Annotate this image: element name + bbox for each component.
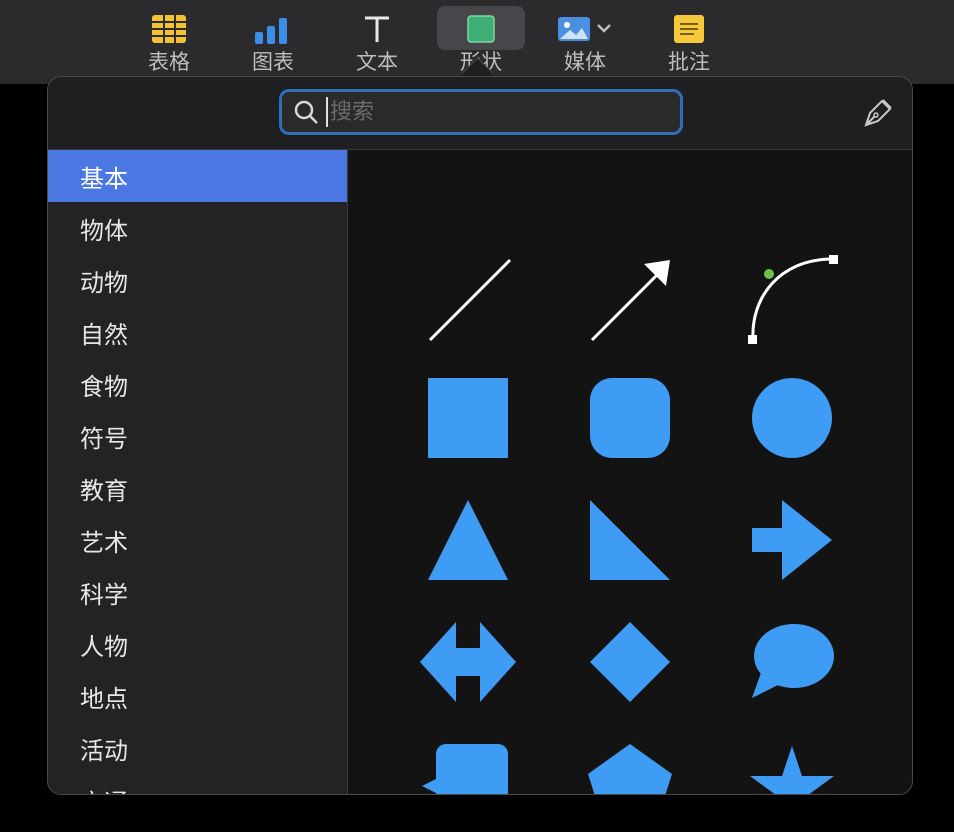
double-arrow-shape[interactable] bbox=[420, 622, 518, 704]
rounded-square-shape[interactable] bbox=[590, 378, 672, 460]
category-science[interactable]: 科学 bbox=[48, 566, 347, 618]
category-basic[interactable]: 基本 bbox=[48, 150, 347, 202]
media-label: 媒体 bbox=[564, 50, 606, 74]
media-button[interactable]: 媒体 bbox=[541, 6, 629, 78]
shape-grid bbox=[348, 150, 912, 795]
comment-icon bbox=[674, 10, 704, 48]
pen-icon bbox=[864, 99, 892, 127]
category-transportation[interactable]: 交通 bbox=[48, 774, 347, 795]
text-button[interactable]: 文本 bbox=[333, 6, 421, 78]
category-symbols[interactable]: 符号 bbox=[48, 410, 347, 462]
curve-shape[interactable] bbox=[748, 254, 842, 346]
search-input[interactable] bbox=[326, 97, 632, 127]
table-icon bbox=[152, 10, 186, 48]
diamond-shape[interactable] bbox=[590, 622, 672, 704]
category-nature[interactable]: 自然 bbox=[48, 306, 347, 358]
arrow-right-shape[interactable] bbox=[752, 500, 834, 582]
category-people[interactable]: 人物 bbox=[48, 618, 347, 670]
star-shape[interactable] bbox=[750, 744, 836, 795]
category-art[interactable]: 艺术 bbox=[48, 514, 347, 566]
table-button[interactable]: 表格 bbox=[125, 6, 213, 78]
shape-library-popover: 基本 物体 动物 自然 食物 符号 教育 艺术 科学 人物 地点 活动 交通 bbox=[47, 76, 913, 795]
text-label: 文本 bbox=[356, 50, 398, 74]
media-icon bbox=[557, 10, 613, 48]
arrow-line-shape[interactable] bbox=[590, 258, 674, 342]
triangle-shape[interactable] bbox=[428, 500, 510, 582]
search-box[interactable] bbox=[279, 89, 683, 135]
search-icon bbox=[286, 92, 326, 132]
shape-button[interactable] bbox=[437, 6, 525, 50]
category-places[interactable]: 地点 bbox=[48, 670, 347, 722]
comment-label: 批注 bbox=[668, 50, 710, 74]
text-icon bbox=[362, 10, 392, 48]
category-food[interactable]: 食物 bbox=[48, 358, 347, 410]
table-label: 表格 bbox=[148, 50, 190, 74]
line-shape[interactable] bbox=[428, 258, 512, 342]
chart-label: 图表 bbox=[252, 50, 294, 74]
circle-shape[interactable] bbox=[752, 378, 834, 460]
category-animals[interactable]: 动物 bbox=[48, 254, 347, 306]
square-shape[interactable] bbox=[428, 378, 510, 460]
pentagon-shape[interactable] bbox=[588, 744, 674, 795]
chart-button[interactable]: 图表 bbox=[229, 6, 317, 78]
draw-with-pen-button[interactable] bbox=[862, 95, 896, 129]
category-education[interactable]: 教育 bbox=[48, 462, 347, 514]
shape-icon bbox=[467, 10, 495, 48]
popover-header bbox=[48, 77, 912, 150]
category-objects[interactable]: 物体 bbox=[48, 202, 347, 254]
speech-bubble-shape[interactable] bbox=[750, 622, 834, 704]
chart-icon bbox=[253, 10, 293, 48]
category-activities[interactable]: 活动 bbox=[48, 722, 347, 774]
comment-button[interactable]: 批注 bbox=[645, 6, 733, 78]
callout-square-shape[interactable] bbox=[422, 744, 512, 795]
category-sidebar: 基本 物体 动物 自然 食物 符号 教育 艺术 科学 人物 地点 活动 交通 bbox=[48, 150, 348, 795]
right-triangle-shape[interactable] bbox=[590, 500, 672, 582]
